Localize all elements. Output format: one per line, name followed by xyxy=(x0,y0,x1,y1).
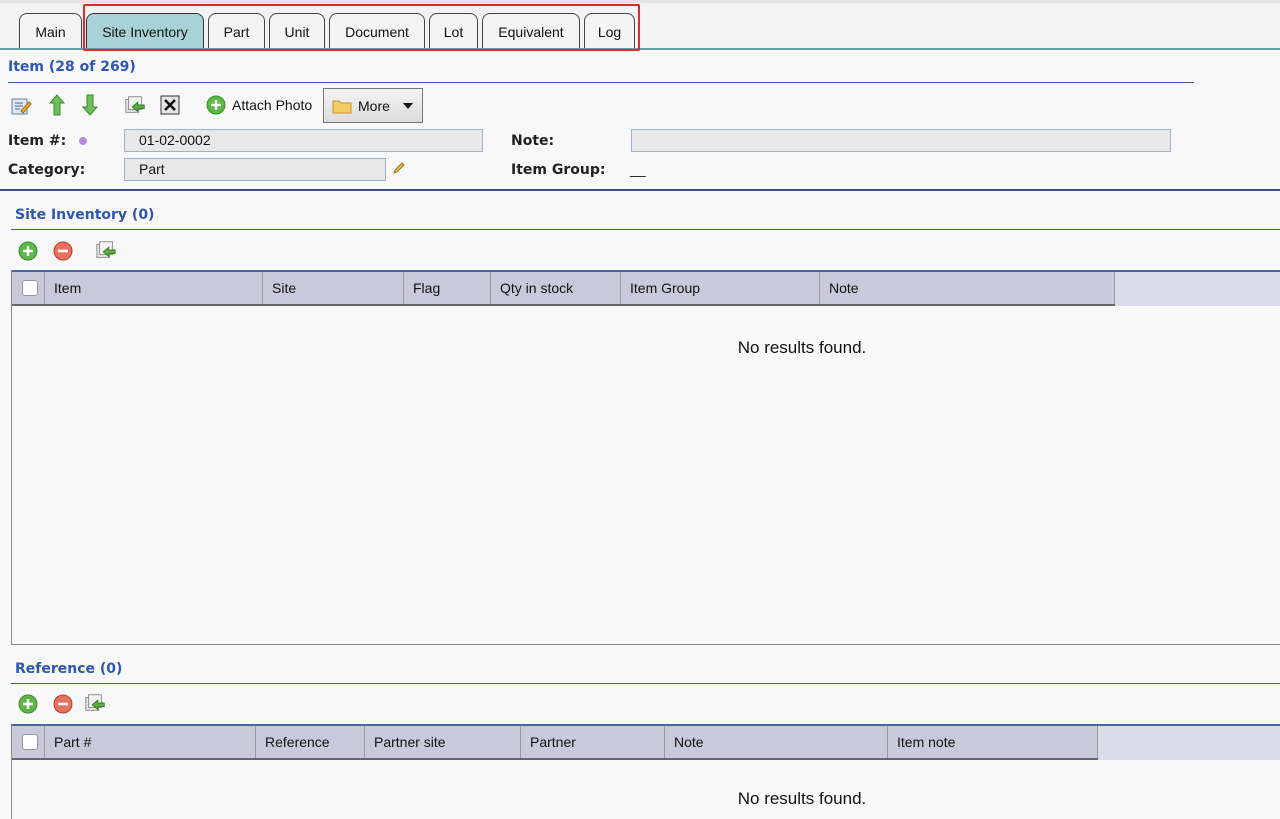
grid-header-row: Item Site Flag Qty in stock Item Group N… xyxy=(12,270,1115,306)
chevron-down-icon xyxy=(402,102,413,109)
tab-label: Log xyxy=(597,23,622,40)
tab-equivalent[interactable]: Equivalent xyxy=(482,13,580,49)
add-row-icon[interactable] xyxy=(17,240,39,262)
category-field[interactable]: Part xyxy=(124,158,386,181)
attach-photo-label: Attach Photo xyxy=(232,97,313,113)
arrow-up-icon[interactable] xyxy=(46,94,68,116)
category-label: Category: xyxy=(8,162,86,178)
tab-unit[interactable]: Unit xyxy=(269,13,325,49)
note-label: Note: xyxy=(511,133,555,149)
delete-icon[interactable] xyxy=(159,94,181,116)
column-header-item-group[interactable]: Item Group xyxy=(621,272,820,304)
item-no-label: Item #: xyxy=(8,133,67,149)
reference-grid: Part # Reference Partner site Partner No… xyxy=(11,724,1280,819)
export-icon[interactable] xyxy=(95,239,117,261)
arrow-down-icon[interactable] xyxy=(79,94,101,116)
column-header-note[interactable]: Note xyxy=(665,726,888,758)
export-icon[interactable] xyxy=(124,94,146,116)
reference-divider xyxy=(11,683,1280,684)
site-inventory-title: Site Inventory (0) xyxy=(15,207,155,223)
required-indicator-icon xyxy=(79,137,87,145)
tab-part[interactable]: Part xyxy=(208,13,265,49)
grid-header-filler xyxy=(1115,270,1280,306)
column-header-reference[interactable]: Reference xyxy=(256,726,365,758)
tab-main[interactable]: Main xyxy=(19,13,82,49)
grid-header-row: Part # Reference Partner site Partner No… xyxy=(12,724,1098,760)
note-field[interactable] xyxy=(631,129,1171,152)
folder-icon xyxy=(332,100,352,113)
column-header-flag[interactable]: Flag xyxy=(404,272,491,304)
more-dropdown-button[interactable]: More xyxy=(323,88,423,123)
column-header-note[interactable]: Note xyxy=(820,272,1115,304)
column-header-site[interactable]: Site xyxy=(263,272,404,304)
select-all-checkbox[interactable] xyxy=(12,726,45,758)
column-header-item[interactable]: Item xyxy=(45,272,263,304)
tab-lot[interactable]: Lot xyxy=(429,13,478,49)
tab-label: Document xyxy=(345,23,409,40)
tab-label: Equivalent xyxy=(498,23,564,40)
add-circle-icon xyxy=(206,95,226,115)
more-label: More xyxy=(358,97,390,114)
item-group-label: Item Group: xyxy=(511,162,606,178)
site-inventory-grid: Item Site Flag Qty in stock Item Group N… xyxy=(11,270,1280,645)
tab-label: Unit xyxy=(284,23,310,40)
item-group-value: __ xyxy=(630,161,646,177)
form-divider xyxy=(0,189,1280,191)
tab-log[interactable]: Log xyxy=(584,13,635,49)
select-all-checkbox[interactable] xyxy=(12,272,45,304)
column-header-partner-site[interactable]: Partner site xyxy=(365,726,521,758)
attach-photo-button[interactable]: Attach Photo xyxy=(206,92,312,118)
column-header-partner[interactable]: Partner xyxy=(521,726,665,758)
remove-row-icon[interactable] xyxy=(52,240,74,262)
column-header-item-note[interactable]: Item note xyxy=(888,726,1098,758)
tab-label: Main xyxy=(35,23,66,40)
site-inventory-divider xyxy=(11,229,1280,230)
edit-icon[interactable] xyxy=(10,95,32,117)
reference-title: Reference (0) xyxy=(15,661,123,677)
item-no-field[interactable]: 01-02-0002 xyxy=(124,129,483,152)
item-header-title: Item (28 of 269) xyxy=(8,59,136,75)
grid-header-filler xyxy=(1098,724,1280,760)
no-results-text: No results found. xyxy=(737,789,867,808)
tab-label: Lot xyxy=(443,23,464,40)
tab-underline xyxy=(0,48,1280,50)
tab-bar: Main Site Inventory Part Unit Document L… xyxy=(0,0,1280,50)
item-header-divider xyxy=(8,82,1194,83)
column-header-part-no[interactable]: Part # xyxy=(45,726,256,758)
column-header-qty[interactable]: Qty in stock xyxy=(491,272,621,304)
remove-row-icon[interactable] xyxy=(52,693,74,715)
export-icon[interactable] xyxy=(84,692,106,714)
tab-label: Site Inventory xyxy=(102,23,188,40)
tab-document[interactable]: Document xyxy=(329,13,425,49)
pencil-icon[interactable] xyxy=(392,161,406,178)
no-results-text: No results found. xyxy=(737,338,867,357)
tab-label: Part xyxy=(223,23,250,40)
tab-site-inventory[interactable]: Site Inventory xyxy=(86,13,204,49)
add-row-icon[interactable] xyxy=(17,693,39,715)
